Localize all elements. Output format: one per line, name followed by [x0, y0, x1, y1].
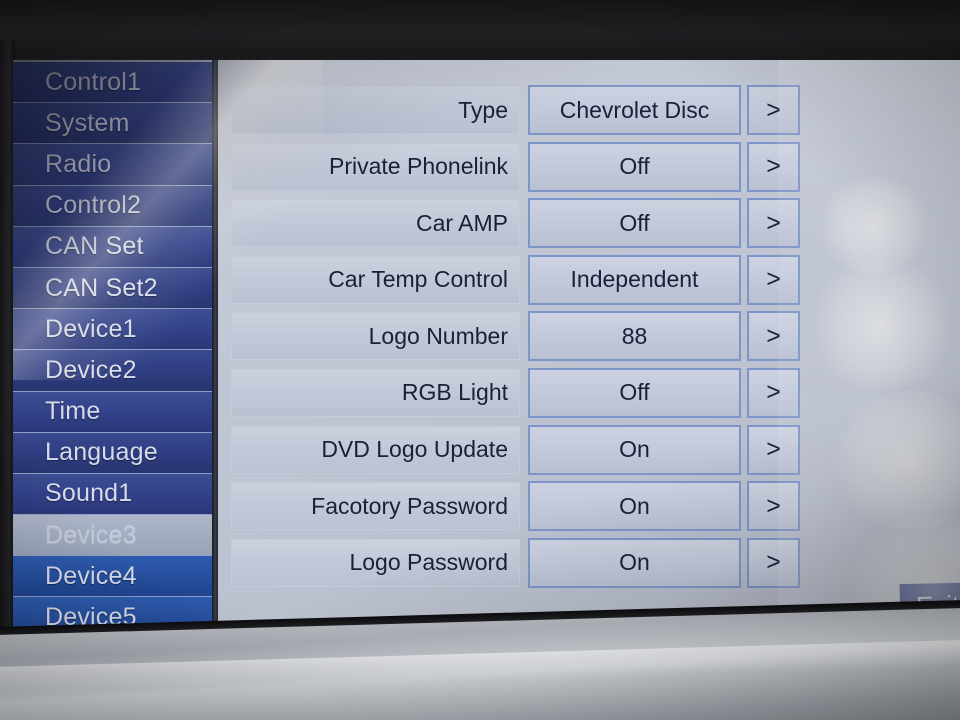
settings-row-list: Type Chevrolet Disc > Private Phonelink Off >… — [231, 82, 811, 591]
setting-row: DVD Logo Update On > — [231, 422, 811, 479]
setting-label-text: Facotory Password — [311, 492, 508, 519]
setting-label-cell: DVD Logo Update — [231, 425, 520, 474]
sidebar-item-label: Time — [45, 397, 101, 426]
setting-value-text: Chevrolet Disc — [559, 96, 710, 123]
setting-label-text: Car Temp Control — [328, 266, 508, 293]
chevron-right-icon-button[interactable]: > — [747, 254, 800, 305]
setting-row: RGB Light Off > — [231, 365, 811, 422]
setting-label-text: DVD Logo Update — [321, 436, 508, 463]
sidebar-item-label: Radio — [45, 149, 112, 178]
setting-value-text: On — [619, 549, 650, 576]
sidebar-item-device3[interactable]: Device3 — [13, 515, 212, 557]
sidebar-item-label: Device1 — [45, 314, 137, 343]
sidebar-item-device4[interactable]: Device4 — [13, 556, 212, 598]
setting-label-cell: Facotory Password — [231, 482, 520, 531]
sidebar-item-label: CAN Set — [45, 232, 144, 261]
settings-main-panel: Type Chevrolet Disc > Private Phonelink Off >… — [218, 60, 960, 636]
chevron-right-icon: > — [766, 378, 781, 407]
setting-label-text: RGB Light — [401, 379, 508, 406]
sidebar-item-can-set2[interactable]: CAN Set2 — [13, 267, 212, 310]
setting-row: Car AMP Off > — [231, 195, 811, 252]
sidebar-item-label: Control1 — [45, 67, 142, 96]
setting-value-cell[interactable]: On — [528, 537, 741, 588]
sidebar-item-sound1[interactable]: Sound1 — [13, 473, 212, 516]
setting-label-cell: RGB Light — [231, 368, 520, 417]
sidebar-item-can-set[interactable]: CAN Set — [13, 226, 212, 268]
sidebar-item-control1[interactable]: Control1 — [13, 62, 212, 104]
chevron-right-icon-button[interactable]: > — [747, 481, 800, 532]
reflection-blob-4 — [814, 178, 934, 273]
sidebar-item-label: CAN Set2 — [45, 273, 158, 302]
setting-value-cell[interactable]: On — [528, 424, 741, 475]
setting-value-cell[interactable]: Off — [528, 198, 741, 249]
settings-sidebar: Control1 System Radio Control2 CAN Set CAN Se… — [13, 62, 212, 636]
setting-value-cell[interactable]: Independent — [528, 254, 741, 305]
setting-label-cell: Logo Password — [231, 538, 520, 587]
sidebar-item-device2[interactable]: Device2 — [13, 350, 212, 392]
chevron-right-icon: > — [766, 95, 781, 124]
setting-row: Car Temp Control Independent > — [231, 252, 811, 309]
setting-row: Facotory Password On > — [231, 478, 811, 535]
setting-value-cell[interactable]: Off — [528, 367, 741, 418]
reflection-blob-1 — [806, 260, 956, 390]
setting-label-cell: Car Temp Control — [231, 255, 520, 304]
setting-label-text: Car AMP — [415, 209, 508, 236]
chevron-right-icon-button[interactable]: > — [747, 141, 800, 192]
chevron-right-icon-button[interactable]: > — [747, 198, 800, 249]
chevron-right-icon-button[interactable]: > — [747, 85, 800, 135]
chevron-right-icon: > — [766, 548, 781, 577]
sidebar-item-radio[interactable]: Radio — [13, 144, 212, 186]
setting-value-cell[interactable]: 88 — [528, 311, 741, 362]
chevron-right-icon-button[interactable]: > — [747, 424, 800, 475]
setting-row: Logo Number 88 > — [231, 308, 811, 365]
setting-value-text: Off — [619, 379, 650, 406]
setting-value-text: Off — [619, 153, 650, 180]
sidebar-item-label: Control2 — [45, 191, 142, 220]
setting-value-text: 88 — [621, 322, 648, 349]
setting-label-text: Logo Number — [368, 322, 508, 349]
setting-label-cell: Logo Number — [231, 312, 520, 361]
sidebar-item-time[interactable]: Time — [13, 391, 212, 433]
sidebar-item-label: Device3 — [45, 520, 137, 549]
setting-row: Private Phonelink Off > — [231, 139, 811, 196]
chevron-right-icon: > — [766, 208, 781, 237]
setting-value-text: Off — [619, 209, 650, 236]
chevron-right-icon: > — [766, 491, 781, 520]
setting-row: Type Chevrolet Disc > — [231, 82, 811, 139]
sidebar-item-device1[interactable]: Device1 — [13, 309, 212, 351]
setting-label-cell: Car AMP — [231, 199, 520, 248]
sidebar-item-control2[interactable]: Control2 — [13, 185, 212, 227]
setting-value-cell[interactable]: Off — [528, 141, 741, 192]
sidebar-item-language[interactable]: Language — [13, 432, 212, 474]
setting-label-text: Private Phonelink — [329, 153, 508, 180]
sidebar-item-label: Device4 — [45, 561, 137, 590]
sidebar-item-label: Sound1 — [45, 479, 133, 508]
setting-label-text: Logo Password — [349, 549, 508, 576]
sidebar-item-label: Language — [45, 438, 158, 467]
chevron-right-icon-button[interactable]: > — [747, 367, 800, 418]
setting-label-cell: Private Phonelink — [231, 142, 520, 191]
setting-value-text: Independent — [570, 266, 699, 293]
setting-value-cell[interactable]: On — [528, 481, 741, 532]
setting-value-text: On — [619, 492, 650, 519]
sidebar-item-label: Device2 — [45, 355, 137, 384]
chevron-right-icon: > — [766, 152, 781, 181]
setting-label-cell: Type — [231, 86, 520, 134]
setting-value-cell[interactable]: Chevrolet Disc — [528, 85, 741, 135]
setting-row: Logo Password On > — [231, 535, 811, 592]
chevron-right-icon-button[interactable]: > — [747, 311, 800, 362]
setting-label-text: Type — [458, 96, 508, 123]
chevron-right-icon: > — [766, 435, 781, 464]
chevron-right-icon: > — [766, 321, 781, 350]
head-unit-photo: Control1 System Radio Control2 CAN Set CAN Se… — [0, 0, 960, 720]
lcd-screen: Control1 System Radio Control2 CAN Set CAN Se… — [13, 60, 960, 636]
sidebar-item-label: System — [45, 108, 130, 137]
chevron-right-icon-button[interactable]: > — [747, 537, 800, 588]
sidebar-item-system[interactable]: System — [13, 103, 212, 145]
dashboard-bezel-top — [0, 0, 960, 58]
reflection-blob-2 — [830, 390, 960, 530]
chevron-right-icon: > — [766, 265, 781, 294]
setting-value-text: On — [619, 436, 650, 463]
